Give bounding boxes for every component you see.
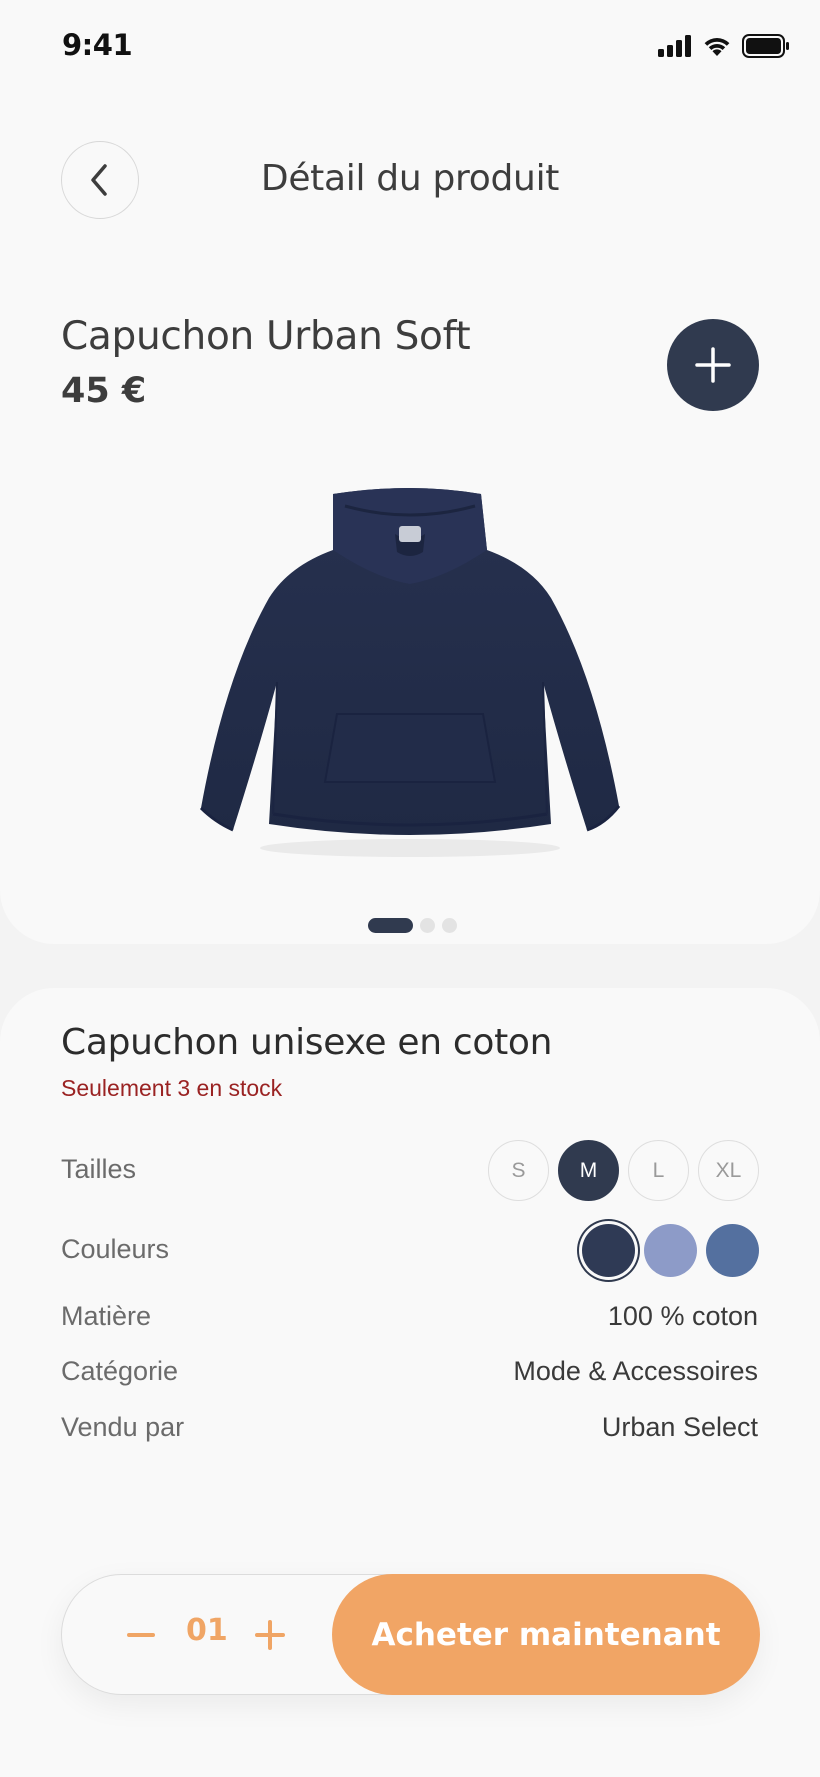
- wifi-icon: [704, 37, 730, 56]
- page-title-text: Détail du produit: [260, 158, 560, 199]
- size-option-xl[interactable]: XL: [698, 1140, 759, 1201]
- plus-icon: [255, 1620, 285, 1650]
- category-value: Mode & Accessoires: [513, 1356, 758, 1386]
- category-label: Catégorie: [61, 1356, 179, 1386]
- battery-icon: [742, 34, 789, 58]
- stock-warning: Seulement 3 en stock: [61, 1075, 283, 1101]
- carousel-dot[interactable]: [442, 918, 457, 933]
- product-price: 45 €: [61, 371, 147, 411]
- seller-value[interactable]: Urban Select: [602, 1412, 758, 1443]
- status-bar: 9:41: [0, 0, 820, 90]
- color-swatch-lavender[interactable]: [644, 1224, 697, 1277]
- buy-now-button[interactable]: Acheter maintenant: [332, 1574, 760, 1695]
- quantity-decrease-button[interactable]: [126, 1613, 156, 1657]
- purchase-bar: 01 Acheter maintenant: [61, 1574, 760, 1695]
- quantity-increase-button[interactable]: [252, 1613, 288, 1657]
- status-icons: [658, 34, 790, 58]
- size-selector: S M L XL: [488, 1140, 759, 1201]
- page-title: Détail du produit: [0, 158, 820, 199]
- color-swatch-navy[interactable]: [582, 1224, 635, 1277]
- add-to-cart-button[interactable]: [667, 319, 759, 411]
- size-option-s[interactable]: S: [488, 1140, 549, 1201]
- carousel-dot-active[interactable]: [368, 918, 413, 933]
- sizes-label: Tailles: [61, 1154, 137, 1184]
- plus-icon: [695, 347, 731, 383]
- material-label: Matière: [61, 1301, 152, 1331]
- seller-label: Vendu par: [61, 1412, 185, 1442]
- material-value: 100 % coton: [607, 1301, 758, 1331]
- signal-icon: [658, 35, 691, 57]
- image-carousel-dots: [368, 918, 457, 933]
- details-title: Capuchon unisexe en coton: [61, 1022, 553, 1063]
- colors-label: Couleurs: [61, 1234, 170, 1264]
- product-name: Capuchon Urban Soft: [61, 314, 471, 359]
- quantity-value: 01: [186, 1613, 228, 1648]
- size-option-l[interactable]: L: [628, 1140, 689, 1201]
- carousel-dot[interactable]: [420, 918, 435, 933]
- size-option-m[interactable]: M: [558, 1140, 619, 1201]
- color-swatch-steel-blue[interactable]: [706, 1224, 759, 1277]
- minus-icon: [127, 1633, 155, 1637]
- product-image[interactable]: [195, 486, 625, 866]
- status-time: 9:41: [62, 28, 133, 62]
- color-selector: [582, 1224, 759, 1277]
